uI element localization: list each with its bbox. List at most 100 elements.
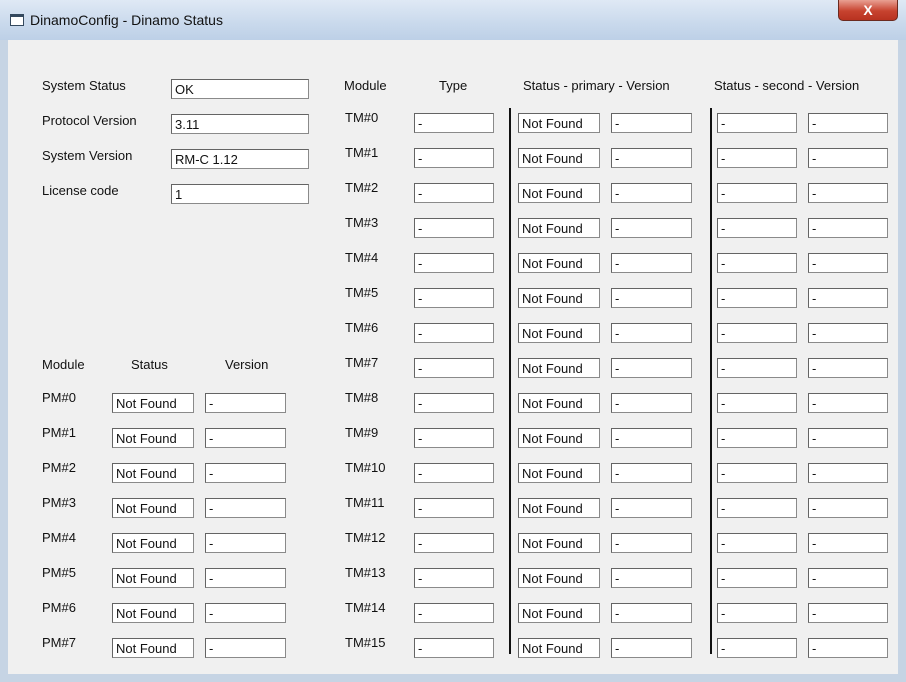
license-code-field[interactable]: 1: [171, 184, 309, 204]
tm-type-field[interactable]: -: [414, 218, 494, 238]
tm-second-version-field[interactable]: -: [808, 393, 888, 413]
pm-version-field[interactable]: -: [205, 463, 286, 483]
pm-status-field[interactable]: Not Found: [112, 533, 194, 553]
tm-primary-status-field[interactable]: Not Found: [518, 638, 600, 658]
pm-status-field[interactable]: Not Found: [112, 428, 194, 448]
pm-version-field[interactable]: -: [205, 428, 286, 448]
tm-type-field[interactable]: -: [414, 288, 494, 308]
tm-primary-status-field[interactable]: Not Found: [518, 568, 600, 588]
tm-type-field[interactable]: -: [414, 498, 494, 518]
tm-primary-version-field[interactable]: -: [611, 463, 692, 483]
tm-second-version-field[interactable]: -: [808, 358, 888, 378]
tm-type-field[interactable]: -: [414, 603, 494, 623]
tm-second-status-field[interactable]: -: [717, 218, 797, 238]
tm-second-status-field[interactable]: -: [717, 498, 797, 518]
close-button[interactable]: X: [838, 0, 898, 21]
tm-primary-version-field[interactable]: -: [611, 148, 692, 168]
tm-second-version-field[interactable]: -: [808, 323, 888, 343]
tm-second-version-field[interactable]: -: [808, 183, 888, 203]
tm-primary-status-field[interactable]: Not Found: [518, 533, 600, 553]
pm-version-field[interactable]: -: [205, 393, 286, 413]
tm-primary-version-field[interactable]: -: [611, 498, 692, 518]
tm-primary-version-field[interactable]: -: [611, 183, 692, 203]
tm-second-status-field[interactable]: -: [717, 358, 797, 378]
pm-status-field[interactable]: Not Found: [112, 498, 194, 518]
tm-primary-version-field[interactable]: -: [611, 218, 692, 238]
tm-primary-version-field[interactable]: -: [611, 428, 692, 448]
tm-type-field[interactable]: -: [414, 358, 494, 378]
tm-type-field[interactable]: -: [414, 148, 494, 168]
tm-primary-version-field[interactable]: -: [611, 533, 692, 553]
tm-second-version-field[interactable]: -: [808, 498, 888, 518]
tm-second-version-field[interactable]: -: [808, 113, 888, 133]
tm-second-version-field[interactable]: -: [808, 638, 888, 658]
tm-primary-status-field[interactable]: Not Found: [518, 288, 600, 308]
tm-type-field[interactable]: -: [414, 393, 494, 413]
tm-type-field[interactable]: -: [414, 568, 494, 588]
pm-version-field[interactable]: -: [205, 568, 286, 588]
tm-second-version-field[interactable]: -: [808, 428, 888, 448]
tm-primary-version-field[interactable]: -: [611, 358, 692, 378]
tm-second-version-field[interactable]: -: [808, 148, 888, 168]
tm-type-field[interactable]: -: [414, 463, 494, 483]
tm-primary-status-field[interactable]: Not Found: [518, 218, 600, 238]
tm-primary-status-field[interactable]: Not Found: [518, 428, 600, 448]
tm-primary-version-field[interactable]: -: [611, 113, 692, 133]
pm-status-field[interactable]: Not Found: [112, 603, 194, 623]
tm-second-status-field[interactable]: -: [717, 288, 797, 308]
tm-second-version-field[interactable]: -: [808, 603, 888, 623]
tm-primary-version-field[interactable]: -: [611, 568, 692, 588]
tm-type-field[interactable]: -: [414, 113, 494, 133]
tm-second-status-field[interactable]: -: [717, 463, 797, 483]
tm-primary-status-field[interactable]: Not Found: [518, 253, 600, 273]
system-status-field[interactable]: OK: [171, 79, 309, 99]
tm-second-version-field[interactable]: -: [808, 218, 888, 238]
tm-primary-status-field[interactable]: Not Found: [518, 463, 600, 483]
tm-type-field[interactable]: -: [414, 428, 494, 448]
tm-type-field[interactable]: -: [414, 638, 494, 658]
protocol-version-field[interactable]: 3.11: [171, 114, 309, 134]
tm-primary-status-field[interactable]: Not Found: [518, 498, 600, 518]
tm-primary-version-field[interactable]: -: [611, 638, 692, 658]
tm-second-status-field[interactable]: -: [717, 638, 797, 658]
pm-version-field[interactable]: -: [205, 533, 286, 553]
tm-primary-version-field[interactable]: -: [611, 603, 692, 623]
tm-second-status-field[interactable]: -: [717, 148, 797, 168]
tm-primary-status-field[interactable]: Not Found: [518, 148, 600, 168]
tm-type-field[interactable]: -: [414, 183, 494, 203]
tm-primary-status-field[interactable]: Not Found: [518, 358, 600, 378]
tm-primary-status-field[interactable]: Not Found: [518, 113, 600, 133]
tm-second-status-field[interactable]: -: [717, 533, 797, 553]
tm-second-status-field[interactable]: -: [717, 113, 797, 133]
pm-version-field[interactable]: -: [205, 498, 286, 518]
tm-type-field[interactable]: -: [414, 253, 494, 273]
tm-second-status-field[interactable]: -: [717, 603, 797, 623]
pm-version-field[interactable]: -: [205, 638, 286, 658]
tm-second-status-field[interactable]: -: [717, 568, 797, 588]
tm-type-field[interactable]: -: [414, 323, 494, 343]
tm-second-status-field[interactable]: -: [717, 323, 797, 343]
tm-primary-status-field[interactable]: Not Found: [518, 183, 600, 203]
pm-status-field[interactable]: Not Found: [112, 638, 194, 658]
system-version-field[interactable]: RM-C 1.12: [171, 149, 309, 169]
tm-second-version-field[interactable]: -: [808, 463, 888, 483]
tm-second-version-field[interactable]: -: [808, 568, 888, 588]
tm-primary-version-field[interactable]: -: [611, 288, 692, 308]
pm-status-field[interactable]: Not Found: [112, 393, 194, 413]
tm-primary-status-field[interactable]: Not Found: [518, 603, 600, 623]
tm-second-version-field[interactable]: -: [808, 288, 888, 308]
tm-second-status-field[interactable]: -: [717, 393, 797, 413]
pm-version-field[interactable]: -: [205, 603, 286, 623]
tm-second-status-field[interactable]: -: [717, 428, 797, 448]
pm-status-field[interactable]: Not Found: [112, 463, 194, 483]
tm-primary-status-field[interactable]: Not Found: [518, 393, 600, 413]
tm-type-field[interactable]: -: [414, 533, 494, 553]
tm-second-status-field[interactable]: -: [717, 253, 797, 273]
pm-status-field[interactable]: Not Found: [112, 568, 194, 588]
tm-primary-version-field[interactable]: -: [611, 323, 692, 343]
tm-primary-version-field[interactable]: -: [611, 393, 692, 413]
tm-primary-version-field[interactable]: -: [611, 253, 692, 273]
tm-primary-status-field[interactable]: Not Found: [518, 323, 600, 343]
tm-second-status-field[interactable]: -: [717, 183, 797, 203]
tm-second-version-field[interactable]: -: [808, 533, 888, 553]
